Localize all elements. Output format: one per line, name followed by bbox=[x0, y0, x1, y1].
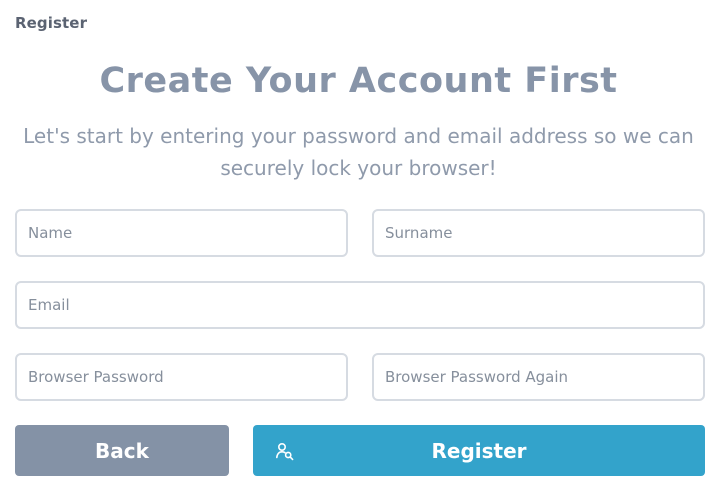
register-button-label: Register bbox=[431, 438, 527, 463]
email-input[interactable] bbox=[15, 281, 705, 329]
browser-password-again-input[interactable] bbox=[372, 353, 705, 401]
name-input[interactable] bbox=[15, 209, 348, 257]
page-subtitle: Let's start by entering your password an… bbox=[23, 124, 694, 180]
page-title: Create Your Account First bbox=[99, 61, 618, 101]
back-button[interactable]: Back bbox=[15, 425, 229, 476]
register-button[interactable]: Register bbox=[253, 425, 705, 476]
page-label: Register bbox=[15, 14, 88, 32]
surname-input[interactable] bbox=[372, 209, 705, 257]
user-search-icon bbox=[276, 442, 294, 461]
browser-password-input[interactable] bbox=[15, 353, 348, 401]
